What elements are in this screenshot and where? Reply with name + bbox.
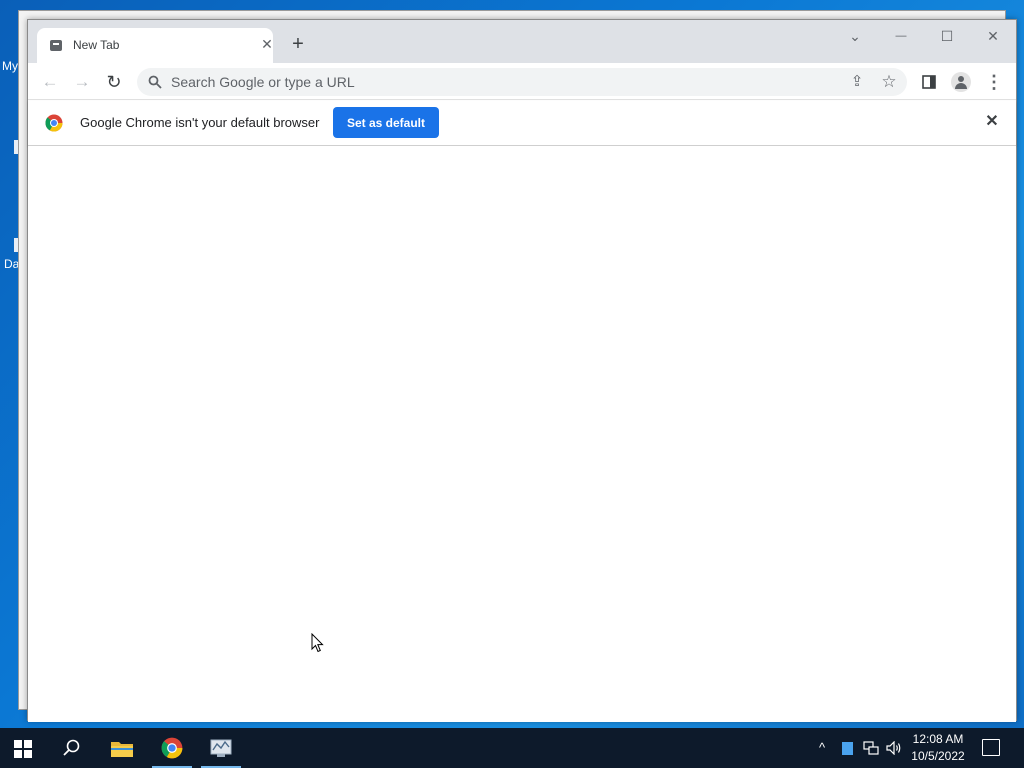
new-tab-button[interactable]: + <box>288 34 308 54</box>
tray-app-icon[interactable] <box>840 738 854 758</box>
google-chrome-taskbar-icon[interactable] <box>152 728 192 768</box>
infobar-message: Google Chrome isn't your default browser <box>80 115 320 130</box>
network-icon[interactable] <box>862 738 880 758</box>
file-explorer-icon[interactable] <box>102 728 142 768</box>
menu-icon[interactable]: ⋮ <box>984 72 1004 92</box>
forward-button[interactable]: → <box>68 69 96 95</box>
tab-search-icon[interactable]: ⌄ <box>840 24 870 48</box>
profile-avatar-icon[interactable] <box>951 72 971 92</box>
infobar-close-icon[interactable]: ✕ <box>983 113 1001 131</box>
tab-new-tab[interactable]: New Tab ✕ <box>37 28 273 63</box>
show-hidden-icons-chevron-icon[interactable]: ^ <box>814 738 830 758</box>
back-button[interactable]: ← <box>36 69 64 95</box>
network-app-taskbar-icon[interactable] <box>201 728 241 768</box>
volume-icon[interactable] <box>885 738 903 758</box>
default-browser-infobar: Google Chrome isn't your default browser… <box>28 101 1016 146</box>
action-center-notification-icon[interactable] <box>982 739 1000 756</box>
start-button-windows-icon[interactable] <box>14 740 32 758</box>
side-panel-icon[interactable] <box>919 72 939 92</box>
clock-date: 10/5/2022 <box>911 749 965 763</box>
reload-button[interactable]: ↻ <box>100 69 128 95</box>
tab-title: New Tab <box>73 38 120 52</box>
bookmark-star-icon[interactable]: ☆ <box>879 72 899 92</box>
chrome-window: New Tab ✕ + ⌄ — ☐ ✕ ← → ↻ ⇪ ☆ ⋮ <box>27 19 1017 722</box>
maximize-button[interactable]: ☐ <box>932 24 962 48</box>
share-icon[interactable]: ⇪ <box>847 72 867 92</box>
taskbar: ^ 12:08 AM 10/5/2022 <box>0 728 1024 768</box>
search-icon <box>148 75 162 89</box>
page-content[interactable] <box>28 146 1016 722</box>
clock-time: 12:08 AM <box>912 732 964 746</box>
address-bar-input[interactable] <box>171 68 821 96</box>
toolbar: ← → ↻ ⇪ ☆ ⋮ <box>28 63 1016 100</box>
chrome-logo-icon <box>45 114 63 132</box>
close-window-button[interactable]: ✕ <box>978 24 1008 48</box>
omnibox[interactable]: ⇪ ☆ <box>137 68 907 96</box>
new-tab-favicon-icon <box>50 40 62 51</box>
system-clock[interactable]: 12:08 AM 10/5/2022 <box>905 731 971 765</box>
mouse-cursor-icon <box>311 633 324 653</box>
tab-close-icon[interactable]: ✕ <box>259 36 275 52</box>
title-bar[interactable]: New Tab ✕ + ⌄ — ☐ ✕ <box>28 20 1016 63</box>
desktop-icon-label-my[interactable]: My <box>2 59 18 73</box>
taskbar-search-icon[interactable] <box>62 738 82 758</box>
set-as-default-button[interactable]: Set as default <box>333 107 439 138</box>
minimize-button[interactable]: — <box>886 24 916 48</box>
